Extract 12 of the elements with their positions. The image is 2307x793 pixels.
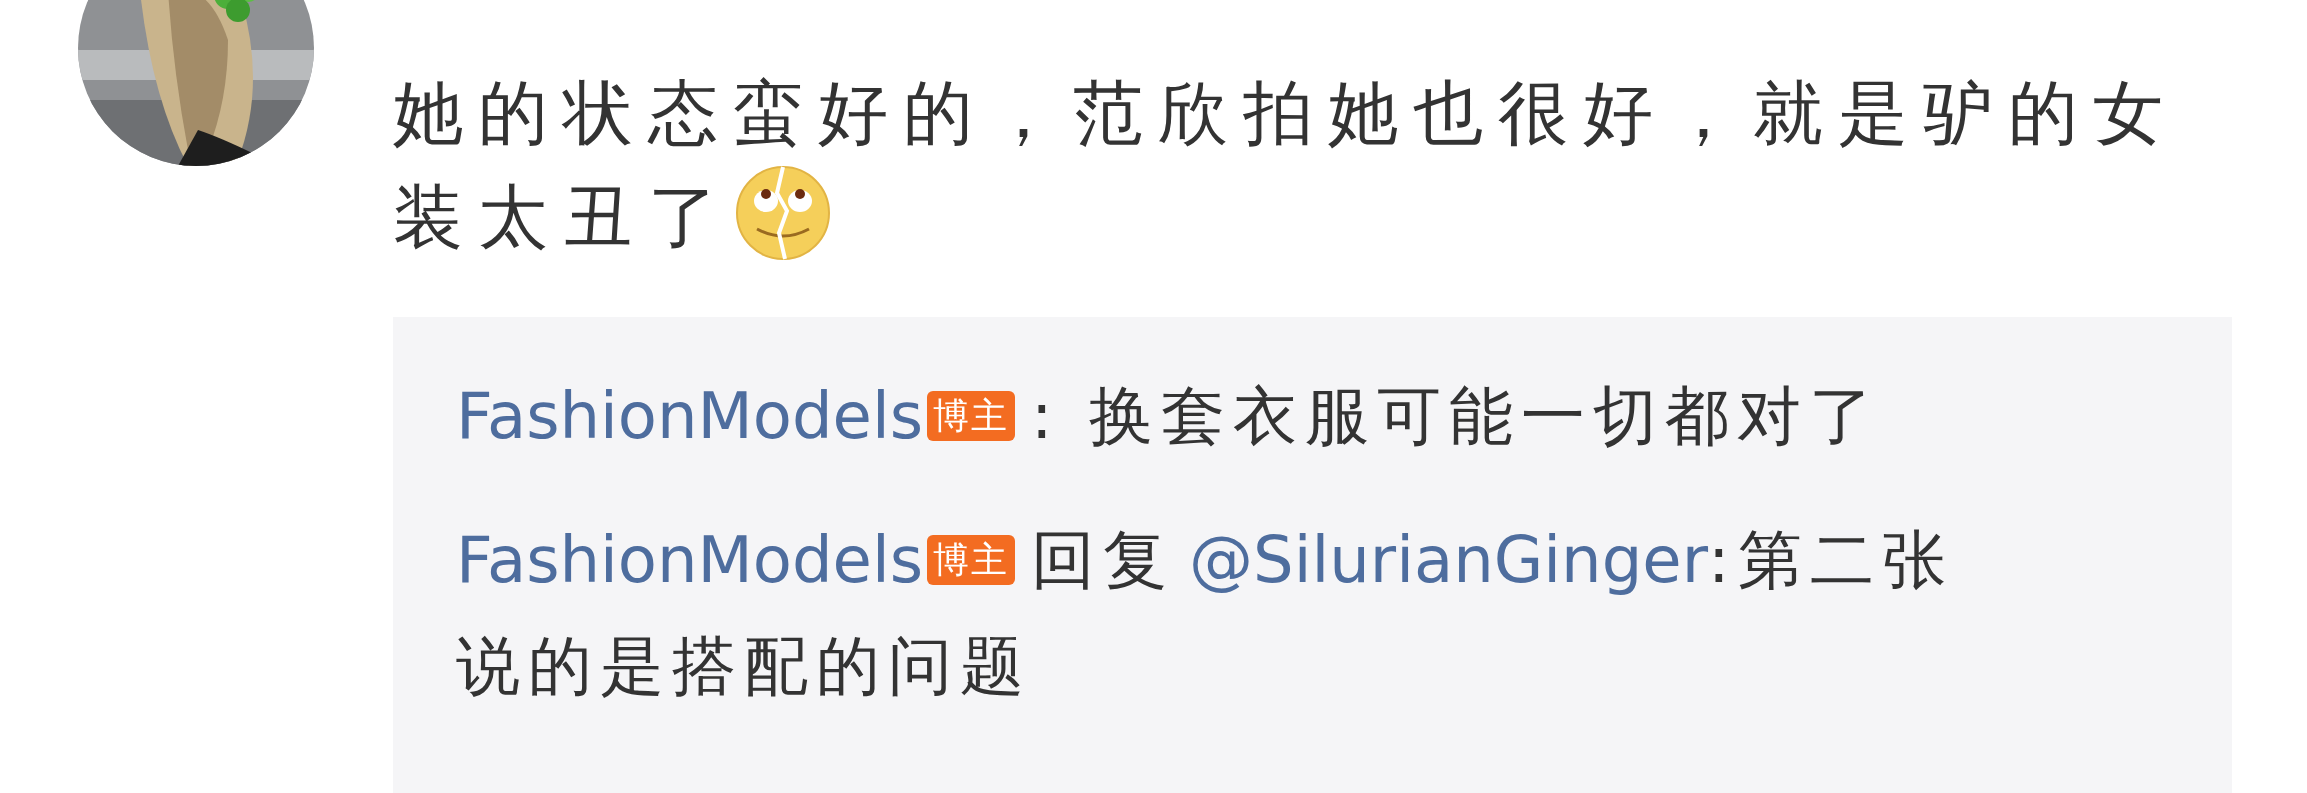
author-link[interactable]: FashionModels — [456, 523, 924, 597]
blogger-tag: 博主 — [927, 391, 1016, 441]
blogger-tag: 博主 — [927, 535, 1016, 585]
comment-text: 装太丑了 — [393, 176, 733, 258]
reply-text: 说的是搭配的问题 — [456, 629, 1032, 703]
reply-label: 回复 — [1031, 523, 1176, 597]
broken-smile-icon — [733, 163, 833, 263]
mention-link[interactable]: @SilurianGinger — [1189, 523, 1708, 597]
author-link[interactable]: FashionModels — [456, 379, 924, 453]
reply-text: : 换套衣服可能一切都对了 — [1031, 379, 1881, 453]
comment-text: 她的状态蛮好的，范欣拍她也很好，就是驴的女 — [393, 72, 2178, 154]
reply-text: :第二张 — [1707, 523, 1954, 597]
